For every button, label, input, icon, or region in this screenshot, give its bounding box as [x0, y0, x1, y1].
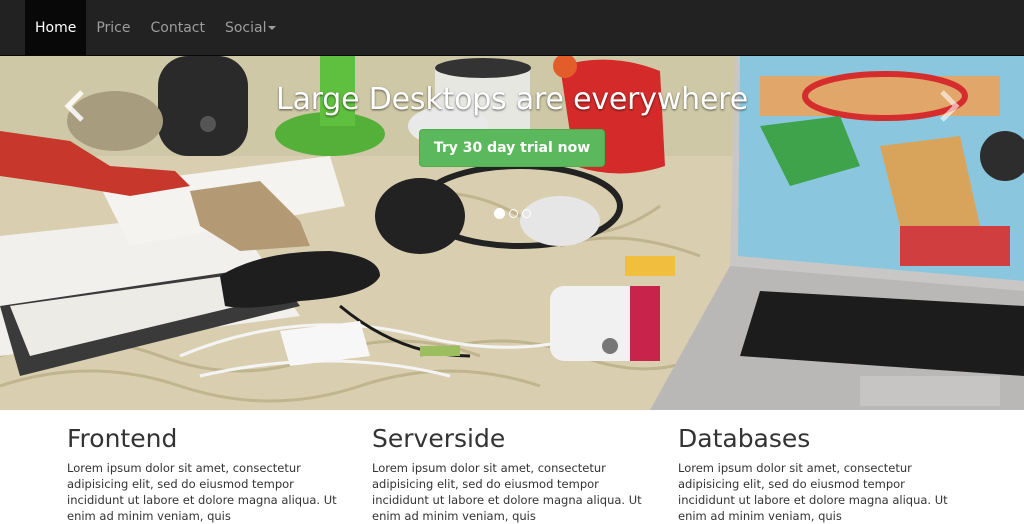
carousel-indicator-3[interactable]: [521, 209, 531, 218]
feature-title: Serverside: [372, 424, 506, 453]
feature-title: Frontend: [67, 424, 178, 453]
hero-carousel: Large Desktops are everywhere Try 30 day…: [0, 56, 1024, 410]
features-section: Frontend Lorem ipsum dolor sit amet, con…: [0, 410, 1024, 523]
carousel-title: Large Desktops are everywhere: [276, 82, 748, 117]
nav-item-label: Contact: [150, 19, 205, 36]
feature-title: Databases: [678, 424, 811, 453]
navbar: Home Price Contact Social: [0, 0, 1024, 56]
carousel-indicator-1[interactable]: [493, 208, 505, 219]
caret-down-icon: [268, 25, 277, 30]
nav-item-label: Social: [224, 19, 267, 36]
feature-text: Lorem ipsum dolor sit amet, consectetur …: [67, 461, 337, 523]
carousel-indicators: [0, 208, 1024, 219]
feature-serverside: Serverside Lorem ipsum dolor sit amet, c…: [372, 424, 657, 524]
nav-item-label: Price: [96, 19, 131, 36]
nav-item-price[interactable]: Price: [86, 0, 140, 55]
nav-item-home[interactable]: Home: [25, 0, 87, 55]
carousel-indicator-2[interactable]: [508, 209, 518, 218]
feature-databases: Databases Lorem ipsum dolor sit amet, co…: [678, 424, 963, 524]
feature-frontend: Frontend Lorem ipsum dolor sit amet, con…: [67, 424, 352, 524]
nav-menu: Home Price Contact Social: [25, 0, 286, 55]
nav-item-contact[interactable]: Contact: [141, 0, 215, 55]
nav-item-label: Home: [35, 19, 77, 36]
nav-item-social-dropdown[interactable]: Social: [215, 0, 287, 55]
carousel-caption: Large Desktops are everywhere Try 30 day…: [0, 82, 1024, 167]
trial-button[interactable]: Try 30 day trial now: [418, 129, 606, 167]
feature-text: Lorem ipsum dolor sit amet, consectetur …: [678, 461, 948, 523]
feature-text: Lorem ipsum dolor sit amet, consectetur …: [372, 461, 642, 523]
